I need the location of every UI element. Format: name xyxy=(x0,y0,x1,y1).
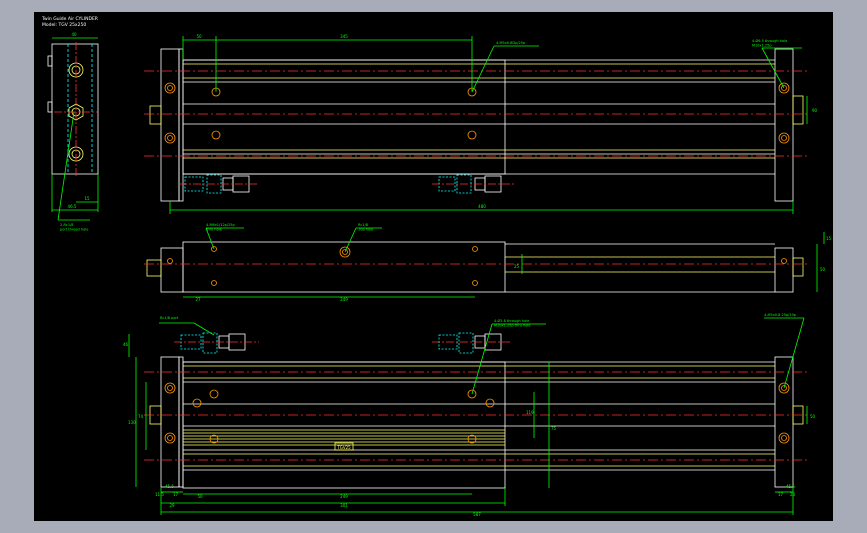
dim-side-46: 46.5 xyxy=(68,204,77,209)
dim-left-130: 130 xyxy=(128,420,136,425)
callout-side-ports: 2-Rc1/8 port thread hole xyxy=(60,223,88,232)
dim-left-74: 74 xyxy=(138,414,144,419)
callout-top-bolts: 4-M5x0.8Dp/25p xyxy=(496,41,526,45)
drawing-title: Twin Guide Air CYLINDER xyxy=(41,16,98,22)
dim-side-40: 40 xyxy=(71,32,77,37)
dim-bot-587: 587 xyxy=(473,512,481,517)
dim-top-345: 345 xyxy=(340,34,348,39)
label-plate: TGV25 xyxy=(336,445,351,450)
dim-mid-27: 27 xyxy=(195,297,201,302)
callout-mid-thru: 4-M6x1/12p/25p thru hole xyxy=(206,223,236,232)
dim-side-75: 75 xyxy=(551,426,557,431)
callout-bot-right: 4-M5x0.8 25p/10p xyxy=(764,313,797,317)
dim-bot-r-45: 45.5 xyxy=(786,484,795,489)
callout-mid-port: Rc1/8 10p hole xyxy=(358,223,373,232)
dim-bot-301: 301 xyxy=(340,503,348,508)
bottom-view: TGV25 11.5 17 45.5 50 249 29 301 587 17 … xyxy=(123,313,816,517)
dim-top-overall: 480 xyxy=(478,204,486,209)
dim-mid-15: 15 xyxy=(826,236,832,241)
callout-top-holes: 4-Ø6.5 through hole M10x1.25p xyxy=(752,38,787,48)
dim-top-50: 50 xyxy=(196,34,202,39)
dim-mid-50: 50 xyxy=(820,267,826,272)
dim-bot-right-90: 50 xyxy=(810,414,816,419)
side-view: 40 46.5 15 2-Rc1/8 port thread hole xyxy=(47,32,99,232)
drawing-frame: Twin Guide Air CYLINDER Model: TGV 25x25… xyxy=(34,12,833,521)
dim-bot-r-15: 17 xyxy=(778,492,784,497)
dim-mid-25: 25 xyxy=(514,264,520,269)
dim-top-right-90: 90 xyxy=(812,108,818,113)
dim-bot-249: 249 xyxy=(340,494,348,499)
dim-side-15: 15 xyxy=(84,196,90,201)
dim-bot-45: 45.5 xyxy=(165,484,174,489)
callout-bot-port: Rc1/8 port xyxy=(160,316,179,320)
callout-bot-thru: 4-Ø5.8 through hole M10x1.25p thru hole xyxy=(494,318,531,328)
drawing-model: Model: TGV 25x250 xyxy=(42,22,86,28)
dim-bot-r-23: 23 xyxy=(790,492,796,497)
top-view: 50 345 480 90 4-M5x0.8Dp/25p 4-Ø6.5 thro… xyxy=(144,34,818,214)
dim-mid-249: 249 xyxy=(340,297,348,302)
dim-left-119: 119 xyxy=(526,410,534,415)
dim-bot-17: 17 xyxy=(173,492,179,497)
dim-bot-29: 29 xyxy=(169,503,175,508)
cad-drawing: Twin Guide Air CYLINDER Model: TGV 25x25… xyxy=(41,16,832,517)
dim-bot-50: 50 xyxy=(197,494,203,499)
dim-left-46: 46 xyxy=(123,342,129,347)
middle-view: 27 249 50 15 25 4-M6x1/12p/25p thru hole … xyxy=(144,223,832,302)
dim-bot-11: 11.5 xyxy=(155,492,164,497)
